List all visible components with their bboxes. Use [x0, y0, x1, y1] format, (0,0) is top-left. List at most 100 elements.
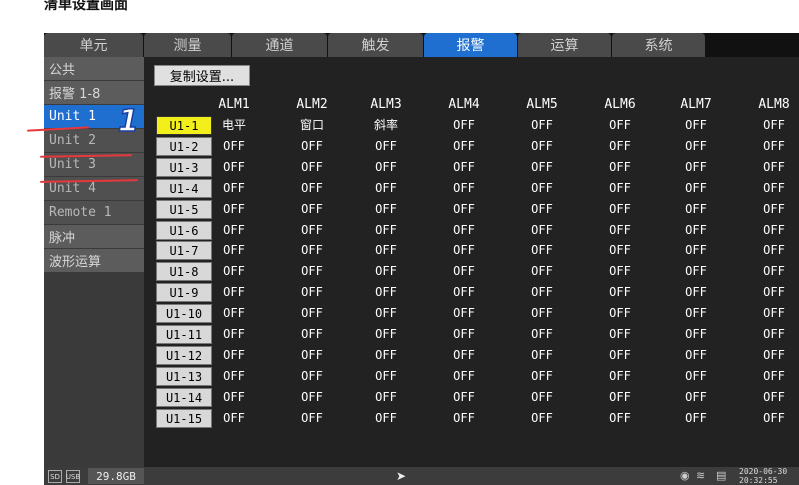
tab-1[interactable]: 测量 — [144, 33, 231, 57]
alarm-cell[interactable]: OFF — [661, 241, 731, 260]
alarm-cell[interactable]: OFF — [507, 304, 577, 323]
alarm-cell[interactable]: OFF — [199, 241, 269, 260]
alarm-cell[interactable]: OFF — [585, 325, 655, 344]
alarm-cell[interactable]: OFF — [351, 158, 421, 177]
alarm-cell[interactable]: OFF — [585, 179, 655, 198]
alarm-cell[interactable]: OFF — [661, 221, 731, 240]
alarm-cell[interactable]: OFF — [277, 283, 347, 302]
alarm-cell[interactable]: OFF — [199, 367, 269, 386]
tab-4[interactable]: 报警 — [424, 33, 517, 57]
alarm-cell[interactable]: OFF — [661, 388, 731, 407]
alarm-cell[interactable]: OFF — [739, 116, 799, 135]
sidebar-item-7[interactable]: 脉冲 — [44, 225, 144, 248]
alarm-cell[interactable]: OFF — [661, 200, 731, 219]
alarm-cell[interactable]: OFF — [429, 346, 499, 365]
alarm-cell[interactable]: OFF — [199, 262, 269, 281]
alarm-cell[interactable]: OFF — [507, 388, 577, 407]
alarm-cell[interactable]: OFF — [507, 200, 577, 219]
alarm-cell[interactable]: OFF — [277, 179, 347, 198]
alarm-cell[interactable]: OFF — [351, 179, 421, 198]
sidebar-item-0[interactable]: 公共 — [44, 57, 144, 80]
alarm-cell[interactable]: OFF — [351, 283, 421, 302]
alarm-cell[interactable]: OFF — [661, 304, 731, 323]
alarm-cell[interactable]: OFF — [661, 116, 731, 135]
alarm-cell[interactable]: OFF — [661, 346, 731, 365]
alarm-cell[interactable]: OFF — [739, 367, 799, 386]
alarm-cell[interactable]: OFF — [661, 367, 731, 386]
alarm-cell[interactable]: OFF — [739, 200, 799, 219]
alarm-cell[interactable]: OFF — [277, 262, 347, 281]
alarm-cell[interactable]: OFF — [277, 137, 347, 156]
alarm-cell[interactable]: OFF — [429, 262, 499, 281]
alarm-cell[interactable]: OFF — [661, 158, 731, 177]
alarm-cell[interactable]: OFF — [429, 200, 499, 219]
alarm-cell[interactable]: OFF — [351, 304, 421, 323]
alarm-cell[interactable]: OFF — [351, 346, 421, 365]
alarm-cell[interactable]: OFF — [585, 200, 655, 219]
alarm-cell[interactable]: OFF — [585, 116, 655, 135]
alarm-cell[interactable]: OFF — [739, 346, 799, 365]
alarm-cell[interactable]: OFF — [351, 409, 421, 428]
alarm-cell[interactable]: OFF — [739, 241, 799, 260]
alarm-cell[interactable]: OFF — [199, 179, 269, 198]
alarm-cell[interactable]: OFF — [507, 283, 577, 302]
alarm-cell[interactable]: OFF — [351, 200, 421, 219]
alarm-cell[interactable]: OFF — [661, 283, 731, 302]
alarm-cell[interactable]: OFF — [277, 325, 347, 344]
alarm-cell[interactable]: OFF — [507, 409, 577, 428]
alarm-cell[interactable]: OFF — [199, 137, 269, 156]
alarm-cell[interactable]: OFF — [585, 283, 655, 302]
alarm-cell[interactable]: OFF — [585, 409, 655, 428]
copy-settings-button[interactable]: 复制设置... — [154, 65, 250, 86]
alarm-cell[interactable]: OFF — [739, 137, 799, 156]
alarm-cell[interactable]: OFF — [277, 158, 347, 177]
alarm-cell[interactable]: OFF — [585, 304, 655, 323]
alarm-cell[interactable]: OFF — [429, 179, 499, 198]
alarm-cell[interactable]: OFF — [507, 137, 577, 156]
alarm-cell[interactable]: OFF — [199, 221, 269, 240]
alarm-cell[interactable]: OFF — [199, 325, 269, 344]
alarm-cell[interactable]: OFF — [739, 262, 799, 281]
alarm-cell[interactable]: OFF — [585, 158, 655, 177]
alarm-cell[interactable]: OFF — [277, 221, 347, 240]
alarm-cell[interactable]: OFF — [429, 221, 499, 240]
alarm-cell[interactable]: OFF — [429, 388, 499, 407]
alarm-cell[interactable]: OFF — [661, 179, 731, 198]
alarm-cell[interactable]: OFF — [277, 241, 347, 260]
tab-6[interactable]: 系统 — [612, 33, 705, 57]
tab-5[interactable]: 运算 — [518, 33, 611, 57]
alarm-cell[interactable]: OFF — [507, 221, 577, 240]
alarm-cell[interactable]: OFF — [661, 137, 731, 156]
sidebar-item-1[interactable]: 报警 1-8 — [44, 81, 144, 104]
alarm-cell[interactable]: OFF — [277, 304, 347, 323]
alarm-cell[interactable]: OFF — [739, 283, 799, 302]
alarm-cell[interactable]: OFF — [351, 262, 421, 281]
alarm-cell[interactable]: OFF — [739, 221, 799, 240]
alarm-cell[interactable]: OFF — [661, 325, 731, 344]
alarm-cell[interactable]: OFF — [507, 179, 577, 198]
alarm-cell[interactable]: OFF — [585, 262, 655, 281]
alarm-cell[interactable]: OFF — [585, 388, 655, 407]
alarm-cell[interactable]: OFF — [351, 241, 421, 260]
sidebar-item-8[interactable]: 波形运算 — [44, 249, 144, 272]
alarm-cell[interactable]: OFF — [585, 221, 655, 240]
alarm-cell[interactable]: OFF — [199, 409, 269, 428]
alarm-cell[interactable]: OFF — [585, 241, 655, 260]
alarm-cell[interactable]: OFF — [351, 367, 421, 386]
alarm-cell[interactable]: OFF — [507, 367, 577, 386]
alarm-cell[interactable]: OFF — [429, 304, 499, 323]
alarm-cell[interactable]: OFF — [429, 137, 499, 156]
alarm-cell[interactable]: OFF — [351, 221, 421, 240]
alarm-cell[interactable]: 电平 — [199, 116, 269, 135]
alarm-cell[interactable]: OFF — [429, 241, 499, 260]
alarm-cell[interactable]: OFF — [661, 262, 731, 281]
alarm-cell[interactable]: OFF — [507, 262, 577, 281]
tab-0[interactable]: 单元 — [44, 33, 143, 57]
alarm-cell[interactable]: OFF — [199, 200, 269, 219]
alarm-cell[interactable]: OFF — [507, 346, 577, 365]
tab-3[interactable]: 触发 — [328, 33, 423, 57]
alarm-cell[interactable]: OFF — [199, 388, 269, 407]
alarm-cell[interactable]: OFF — [277, 388, 347, 407]
alarm-cell[interactable]: OFF — [351, 137, 421, 156]
alarm-cell[interactable]: OFF — [429, 116, 499, 135]
